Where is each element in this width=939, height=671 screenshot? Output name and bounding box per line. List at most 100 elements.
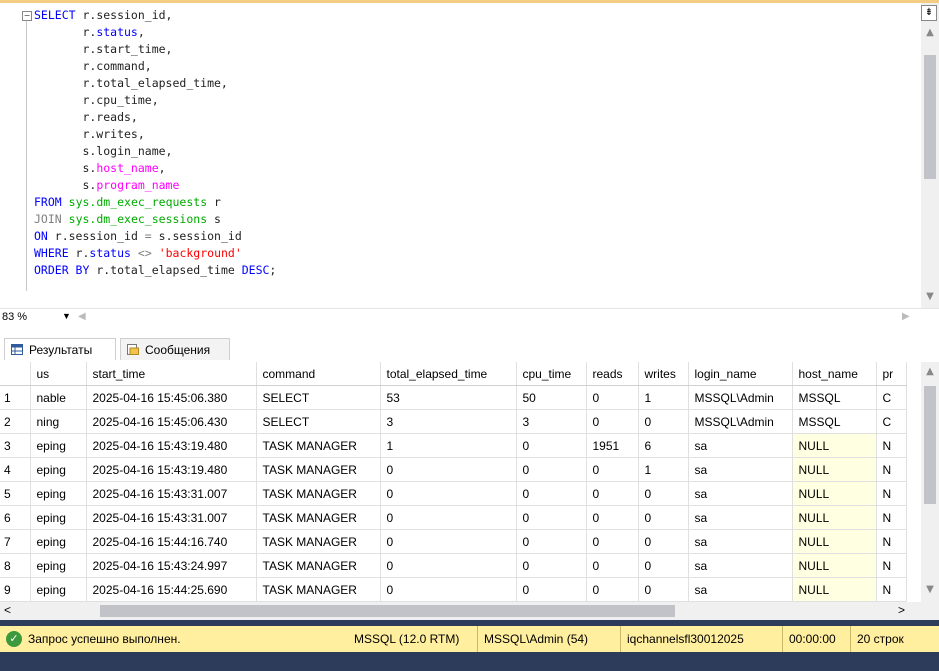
table-cell[interactable]: N: [876, 553, 907, 578]
table-cell[interactable]: 0: [380, 457, 517, 482]
table-cell[interactable]: 6: [638, 433, 689, 458]
table-cell[interactable]: 0: [516, 481, 587, 506]
table-row[interactable]: 1 nable 2025-04-16 15:45:06.380 SELECT 53 50 0…: [0, 385, 907, 410]
table-cell[interactable]: 0: [586, 577, 639, 602]
table-cell[interactable]: SELECT: [256, 409, 381, 434]
row-number[interactable]: 3: [0, 433, 31, 458]
zoom-level[interactable]: 83 %: [2, 311, 27, 323]
column-header[interactable]: start_time: [86, 362, 257, 386]
table-cell[interactable]: 0: [380, 529, 517, 554]
code-line[interactable]: r.reads,: [34, 109, 276, 126]
scroll-down-icon[interactable]: ▼: [921, 291, 939, 302]
table-cell[interactable]: 2025-04-16 15:43:19.480: [86, 457, 257, 482]
table-row[interactable]: 5 eping 2025-04-16 15:43:31.007 TASK MANAGE…: [0, 481, 907, 506]
code-line[interactable]: SELECT r.session_id,: [34, 7, 276, 24]
table-cell[interactable]: 1: [638, 457, 689, 482]
sql-code[interactable]: SELECT r.session_id, r.status, r.start_t…: [34, 7, 276, 279]
table-cell[interactable]: 0: [516, 553, 587, 578]
table-cell[interactable]: ning: [30, 409, 87, 434]
table-cell[interactable]: NULL: [792, 481, 877, 506]
tab-results[interactable]: Результаты: [4, 338, 116, 360]
table-cell[interactable]: C: [876, 385, 907, 410]
grid-scroll-right-icon[interactable]: >: [898, 603, 905, 617]
table-cell[interactable]: eping: [30, 505, 87, 530]
editor-vertical-scrollbar[interactable]: ⇟ ▲ ▼: [921, 3, 939, 308]
code-line[interactable]: JOIN sys.dm_exec_sessions s: [34, 211, 276, 228]
table-cell[interactable]: 2025-04-16 15:43:31.007: [86, 481, 257, 506]
code-line[interactable]: FROM sys.dm_exec_requests r: [34, 194, 276, 211]
table-cell[interactable]: 0: [380, 481, 517, 506]
scroll-left-icon[interactable]: ◀: [78, 311, 86, 322]
grid-hscroll-thumb[interactable]: [100, 605, 675, 617]
split-editor-icon[interactable]: ⇟: [921, 5, 937, 21]
table-cell[interactable]: 0: [586, 529, 639, 554]
column-header[interactable]: command: [256, 362, 381, 386]
table-cell[interactable]: 0: [586, 409, 639, 434]
table-cell[interactable]: sa: [688, 433, 793, 458]
table-cell[interactable]: 0: [638, 409, 689, 434]
table-cell[interactable]: 2025-04-16 15:43:24.997: [86, 553, 257, 578]
table-cell[interactable]: N: [876, 433, 907, 458]
code-line[interactable]: r.command,: [34, 58, 276, 75]
column-header[interactable]: reads: [586, 362, 639, 386]
table-cell[interactable]: MSSQL\Admin: [688, 385, 793, 410]
table-cell[interactable]: sa: [688, 553, 793, 578]
table-cell[interactable]: MSSQL\Admin: [688, 409, 793, 434]
table-cell[interactable]: TASK MANAGER: [256, 433, 381, 458]
query-editor[interactable]: − SELECT r.session_id, r.status, r.start…: [0, 0, 939, 308]
results-grid[interactable]: us start_time command total_elapsed_time cpu…: [0, 362, 939, 602]
table-cell[interactable]: SELECT: [256, 385, 381, 410]
table-cell[interactable]: NULL: [792, 577, 877, 602]
table-cell[interactable]: 0: [516, 577, 587, 602]
table-cell[interactable]: sa: [688, 577, 793, 602]
table-cell[interactable]: 0: [516, 457, 587, 482]
table-cell[interactable]: sa: [688, 457, 793, 482]
table-cell[interactable]: 3: [516, 409, 587, 434]
table-cell[interactable]: 3: [380, 409, 517, 434]
code-line[interactable]: WHERE r.status <> 'background': [34, 245, 276, 262]
table-cell[interactable]: N: [876, 577, 907, 602]
row-number[interactable]: 7: [0, 529, 31, 554]
table-cell[interactable]: 1: [380, 433, 517, 458]
table-row[interactable]: 7 eping 2025-04-16 15:44:16.740 TASK MANAGE…: [0, 529, 907, 554]
scroll-right-icon[interactable]: ▶: [902, 311, 910, 322]
table-cell[interactable]: 0: [586, 553, 639, 578]
table-cell[interactable]: eping: [30, 481, 87, 506]
code-line[interactable]: s.login_name,: [34, 143, 276, 160]
table-cell[interactable]: 0: [516, 433, 587, 458]
grid-vertical-scrollbar[interactable]: ▲ ▼: [921, 362, 939, 602]
table-cell[interactable]: 2025-04-16 15:43:19.480: [86, 433, 257, 458]
table-cell[interactable]: sa: [688, 529, 793, 554]
column-header[interactable]: us: [30, 362, 87, 386]
scroll-up-icon[interactable]: ▲: [921, 27, 939, 38]
row-number[interactable]: 8: [0, 553, 31, 578]
table-cell[interactable]: TASK MANAGER: [256, 481, 381, 506]
table-cell[interactable]: 1951: [586, 433, 639, 458]
table-cell[interactable]: 0: [638, 529, 689, 554]
column-header[interactable]: writes: [638, 362, 689, 386]
table-cell[interactable]: TASK MANAGER: [256, 457, 381, 482]
table-cell[interactable]: N: [876, 529, 907, 554]
table-cell[interactable]: 0: [586, 385, 639, 410]
table-cell[interactable]: 0: [586, 457, 639, 482]
table-cell[interactable]: eping: [30, 433, 87, 458]
row-number[interactable]: 5: [0, 481, 31, 506]
grid-horizontal-scrollbar[interactable]: < >: [0, 602, 939, 620]
code-line[interactable]: s.host_name,: [34, 160, 276, 177]
table-cell[interactable]: N: [876, 505, 907, 530]
table-row[interactable]: 9 eping 2025-04-16 15:44:25.690 TASK MANAGE…: [0, 577, 907, 602]
column-header[interactable]: pr: [876, 362, 907, 386]
table-cell[interactable]: 0: [586, 481, 639, 506]
table-cell[interactable]: NULL: [792, 457, 877, 482]
column-header[interactable]: login_name: [688, 362, 793, 386]
code-line[interactable]: s.program_name: [34, 177, 276, 194]
column-header[interactable]: host_name: [792, 362, 877, 386]
table-cell[interactable]: NULL: [792, 505, 877, 530]
table-cell[interactable]: TASK MANAGER: [256, 505, 381, 530]
table-cell[interactable]: C: [876, 409, 907, 434]
row-number[interactable]: 4: [0, 457, 31, 482]
collapse-region-icon[interactable]: −: [22, 11, 32, 21]
table-cell[interactable]: nable: [30, 385, 87, 410]
table-cell[interactable]: 0: [380, 577, 517, 602]
table-cell[interactable]: 53: [380, 385, 517, 410]
